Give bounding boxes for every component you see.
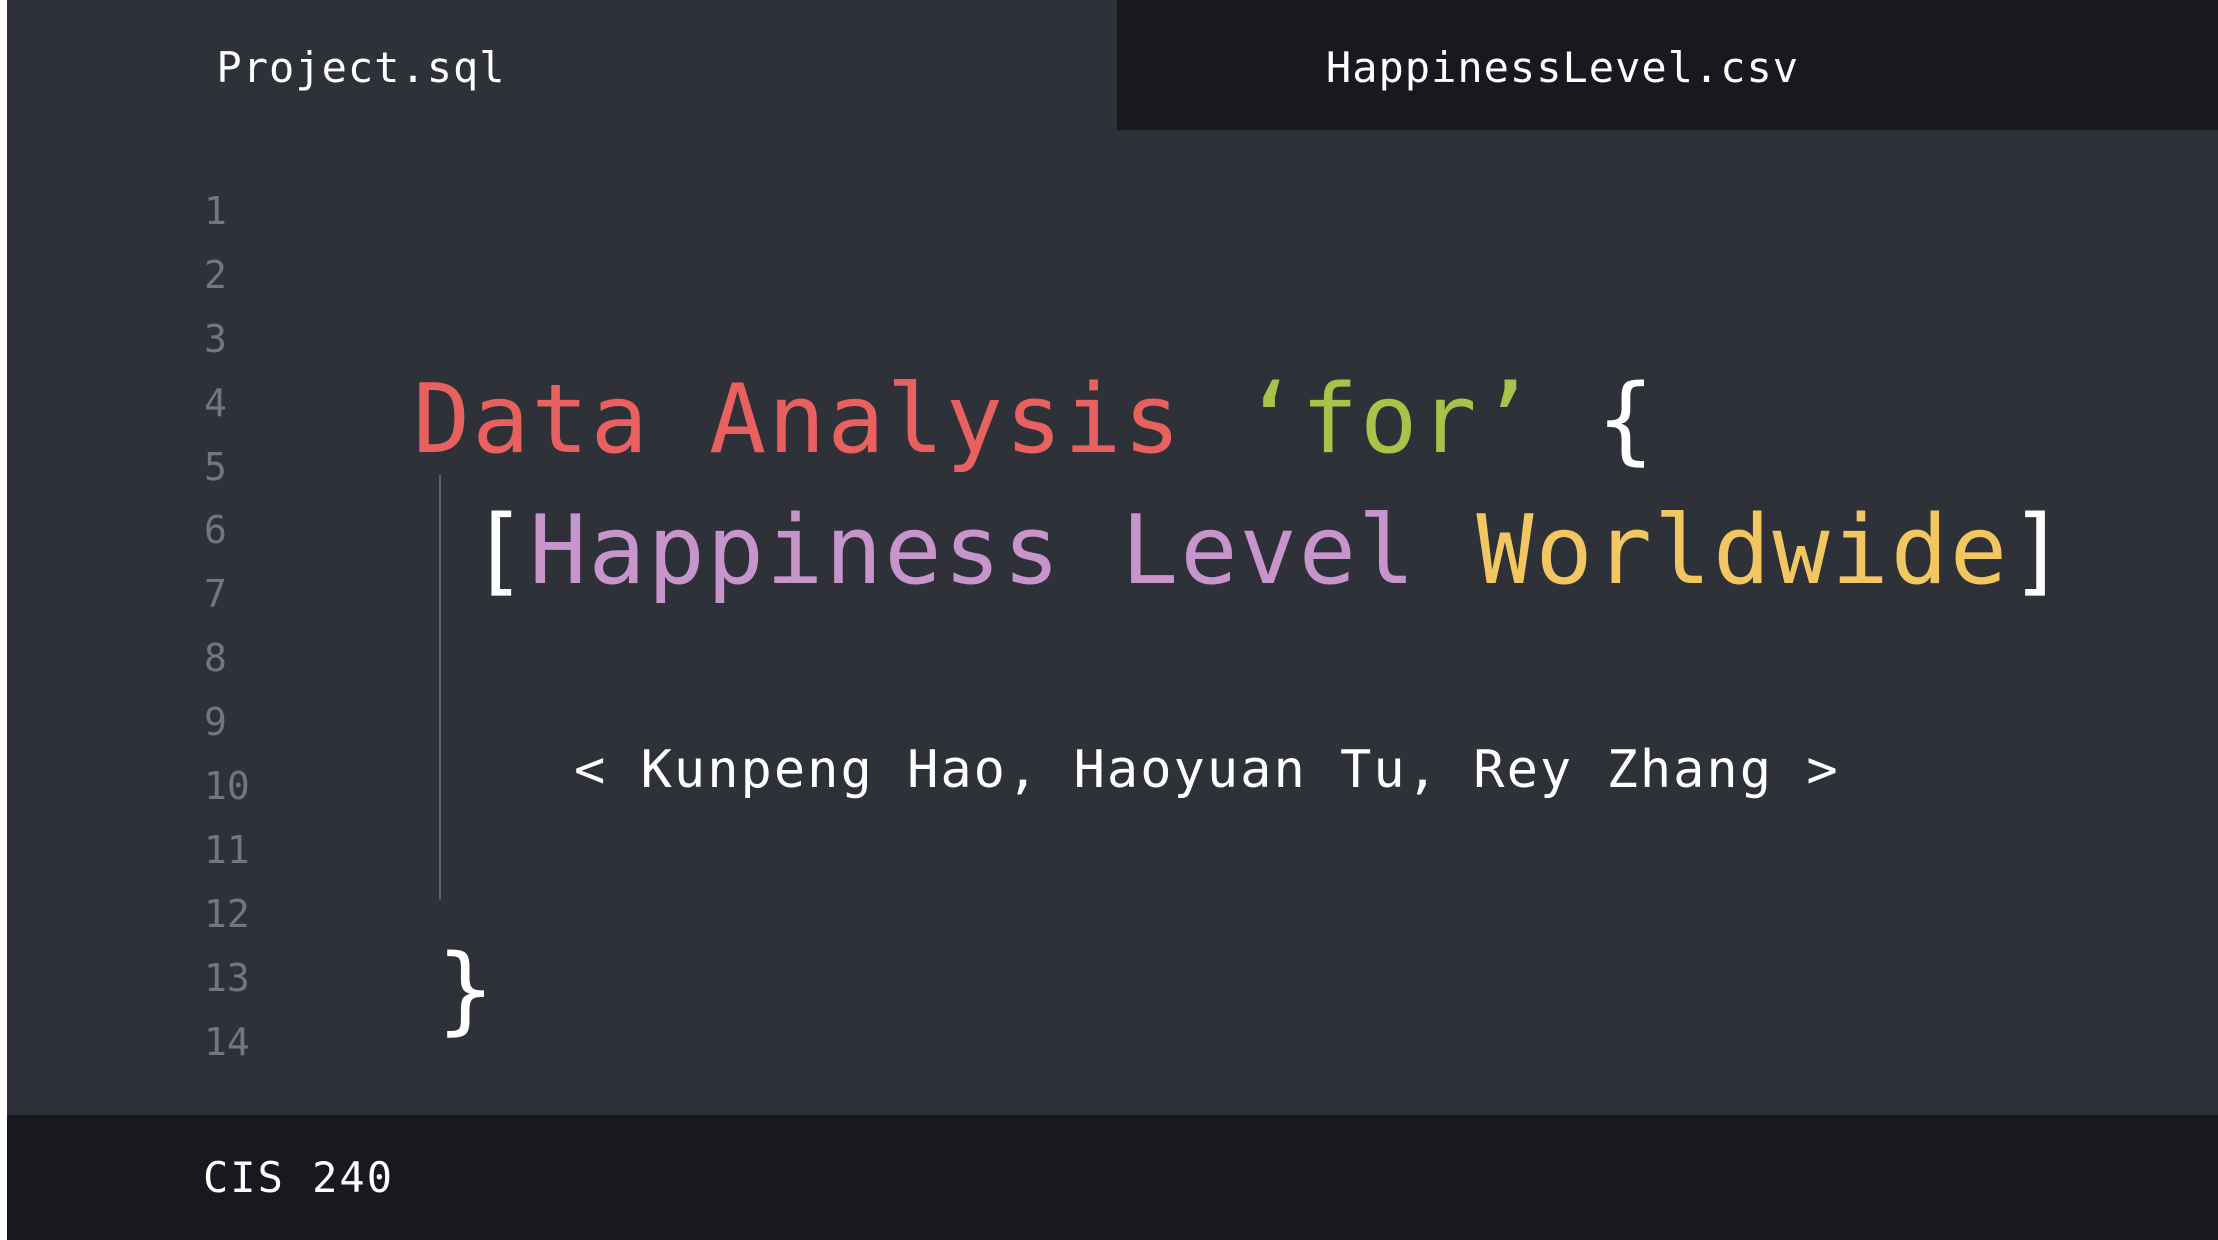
code-line-title: Data Analysis ‘for’ {	[413, 355, 1656, 485]
code-line-subtitle: [Happiness Level Worldwide]	[470, 486, 2068, 616]
code-line-authors: < Kunpeng Hao, Haoyuan Tu, Rey Zhang >	[574, 740, 1840, 800]
open-bracket: [	[470, 496, 530, 606]
indent-guide	[439, 475, 441, 900]
status-bar: CIS 240	[7, 1115, 2218, 1240]
code-area[interactable]: Data Analysis ‘for’ { [Happiness Level W…	[7, 0, 2218, 1115]
title-keyword: Data Analysis	[413, 365, 1183, 475]
close-bracket: ]	[2009, 496, 2069, 606]
subtitle-yellow: Worldwide	[1476, 496, 2010, 606]
open-brace: {	[1596, 365, 1657, 475]
title-string: ‘for’	[1241, 365, 1538, 475]
editor-window: Project.sql HappinessLevel.csv 123456789…	[7, 0, 2218, 1240]
subtitle-purple: Happiness Level	[529, 496, 1418, 606]
course-label: CIS 240	[203, 1153, 395, 1202]
close-brace: }	[437, 935, 495, 1045]
